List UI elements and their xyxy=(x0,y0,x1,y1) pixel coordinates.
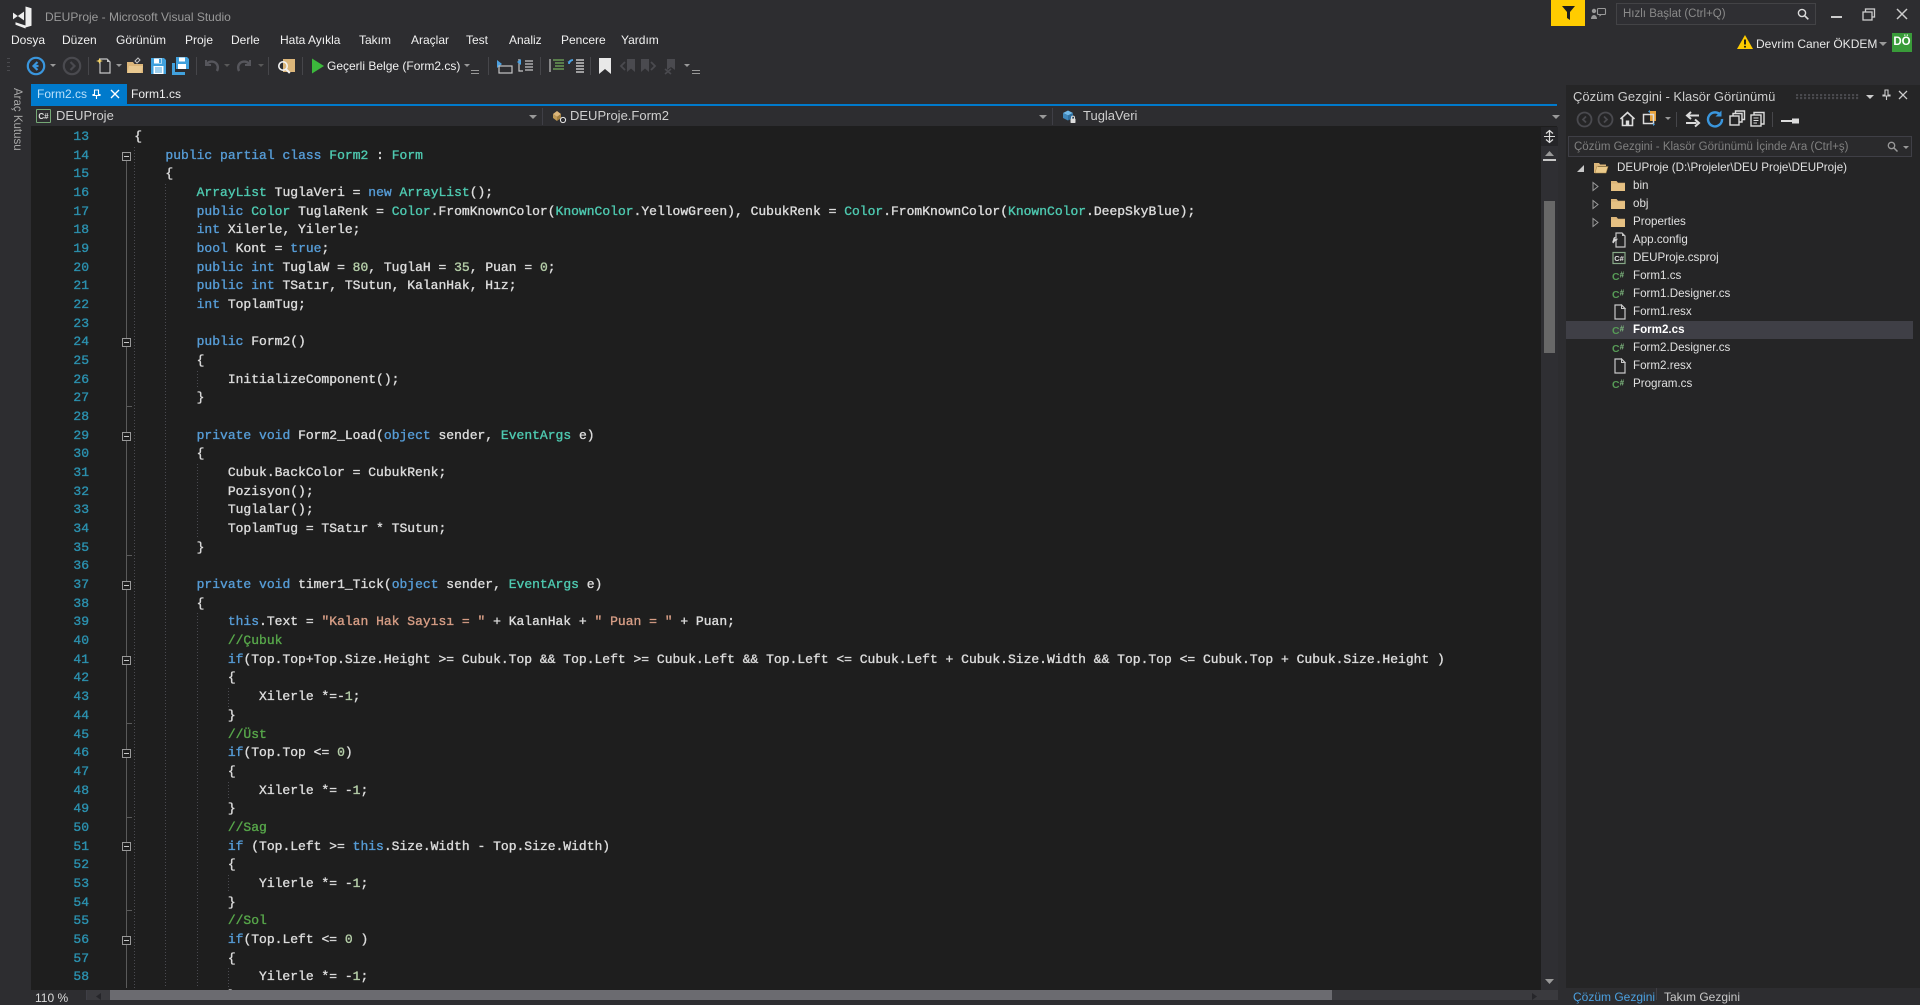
svg-text:#: # xyxy=(1620,271,1625,280)
svg-text:#: # xyxy=(1620,379,1625,388)
svg-text:#: # xyxy=(1620,343,1625,352)
svg-text:#: # xyxy=(1620,289,1625,298)
svg-text:#: # xyxy=(1620,325,1625,334)
svg-text:C#: C# xyxy=(1614,254,1624,263)
